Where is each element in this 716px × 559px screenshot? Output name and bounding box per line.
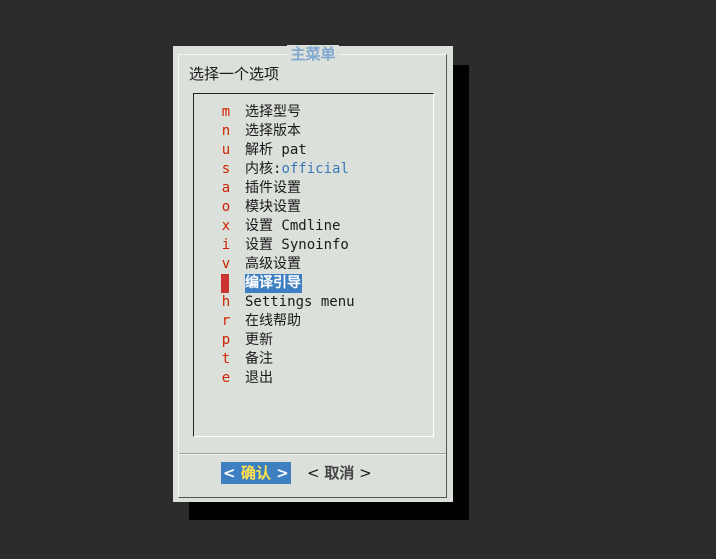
dialog-title-text: 主菜单 <box>287 45 339 63</box>
terminal-screen: 主菜单 选择一个选项 < 确认 > < 取消 > m 选择型号 n 选择版本 u 解析 p… <box>0 0 716 559</box>
menu-item-hotkey: t <box>221 351 231 367</box>
menu-item-h[interactable]: h Settings menu <box>221 293 355 312</box>
menu-item-hotkey: v <box>221 256 231 272</box>
menu-item-label: Settings menu <box>245 294 355 310</box>
menu-item-hotkey: a <box>221 180 231 196</box>
ok-button-label: 确认 <box>240 464 271 482</box>
menu-item-hotkey: u <box>221 142 231 158</box>
menu-item-n[interactable]: n 选择版本 <box>221 122 355 141</box>
dialog-prompt: 选择一个选项 <box>189 65 280 83</box>
menu-item-label: 备注 <box>245 351 273 367</box>
menu-item-m[interactable]: m 选择型号 <box>221 103 355 122</box>
cancel-button-label: 取消 <box>324 464 355 482</box>
ok-button-left-bracket: < <box>223 464 236 482</box>
cancel-button-left-bracket: < <box>307 464 320 482</box>
dialog-title: 主菜单 <box>173 45 453 63</box>
menu-item-label: 插件设置 <box>245 180 301 196</box>
menu-item-label: 模块设置 <box>245 199 301 215</box>
menu-item-label: 设置 Synoinfo <box>245 237 349 253</box>
button-divider <box>179 453 446 455</box>
menu-list: m 选择型号 n 选择版本 u 解析 pat s 内核: official a 插件设置 o 模块设置… <box>221 103 355 388</box>
menu-item-label: 选择版本 <box>245 123 301 139</box>
ok-button-right-bracket: > <box>276 464 289 482</box>
menu-item-u[interactable]: u 解析 pat <box>221 141 355 160</box>
menu-item-hotkey: p <box>221 332 231 348</box>
menu-item-s[interactable]: s 内核: official <box>221 160 355 179</box>
menu-item-a[interactable]: a 插件设置 <box>221 179 355 198</box>
cancel-button-right-bracket: > <box>359 464 372 482</box>
menu-item-hotkey: e <box>221 370 231 386</box>
menu-item-label: 编译引导 <box>245 274 302 293</box>
menu-item-hotkey: x <box>221 218 231 234</box>
ok-button[interactable]: < 确认 > <box>221 462 291 484</box>
menu-item-t[interactable]: t 备注 <box>221 350 355 369</box>
menu-item-label: 在线帮助 <box>245 313 301 329</box>
menu-item-hotkey: i <box>221 237 231 253</box>
menu-item-hotkey: s <box>221 161 231 177</box>
menu-item-hotkey: r <box>221 313 231 329</box>
menu-item-label: 内核: <box>245 161 282 177</box>
menu-item-d[interactable]: d 编译引导 <box>221 274 355 293</box>
menu-item-hotkey: d <box>221 274 230 293</box>
menu-item-o[interactable]: o 模块设置 <box>221 198 355 217</box>
menu-item-label: 解析 pat <box>245 142 307 158</box>
menu-item-p[interactable]: p 更新 <box>221 331 355 350</box>
menu-item-label: 高级设置 <box>245 256 301 272</box>
menu-item-v[interactable]: v 高级设置 <box>221 255 355 274</box>
menu-item-x[interactable]: x 设置 Cmdline <box>221 217 355 236</box>
menu-item-hotkey: o <box>221 199 231 215</box>
cancel-button[interactable]: < 取消 > <box>307 462 372 484</box>
menu-item-hotkey: n <box>221 123 231 139</box>
menu-item-hotkey: h <box>221 294 231 310</box>
menu-item-label: 更新 <box>245 332 273 348</box>
menu-item-i[interactable]: i 设置 Synoinfo <box>221 236 355 255</box>
menu-item-label: 设置 Cmdline <box>245 218 341 234</box>
menu-item-label: 退出 <box>245 370 273 386</box>
menu-item-r[interactable]: r 在线帮助 <box>221 312 355 331</box>
menu-item-hotkey: m <box>221 104 231 120</box>
menu-item-value: official <box>281 161 349 177</box>
menu-item-label: 选择型号 <box>245 104 301 120</box>
menu-item-e[interactable]: e 退出 <box>221 369 355 388</box>
